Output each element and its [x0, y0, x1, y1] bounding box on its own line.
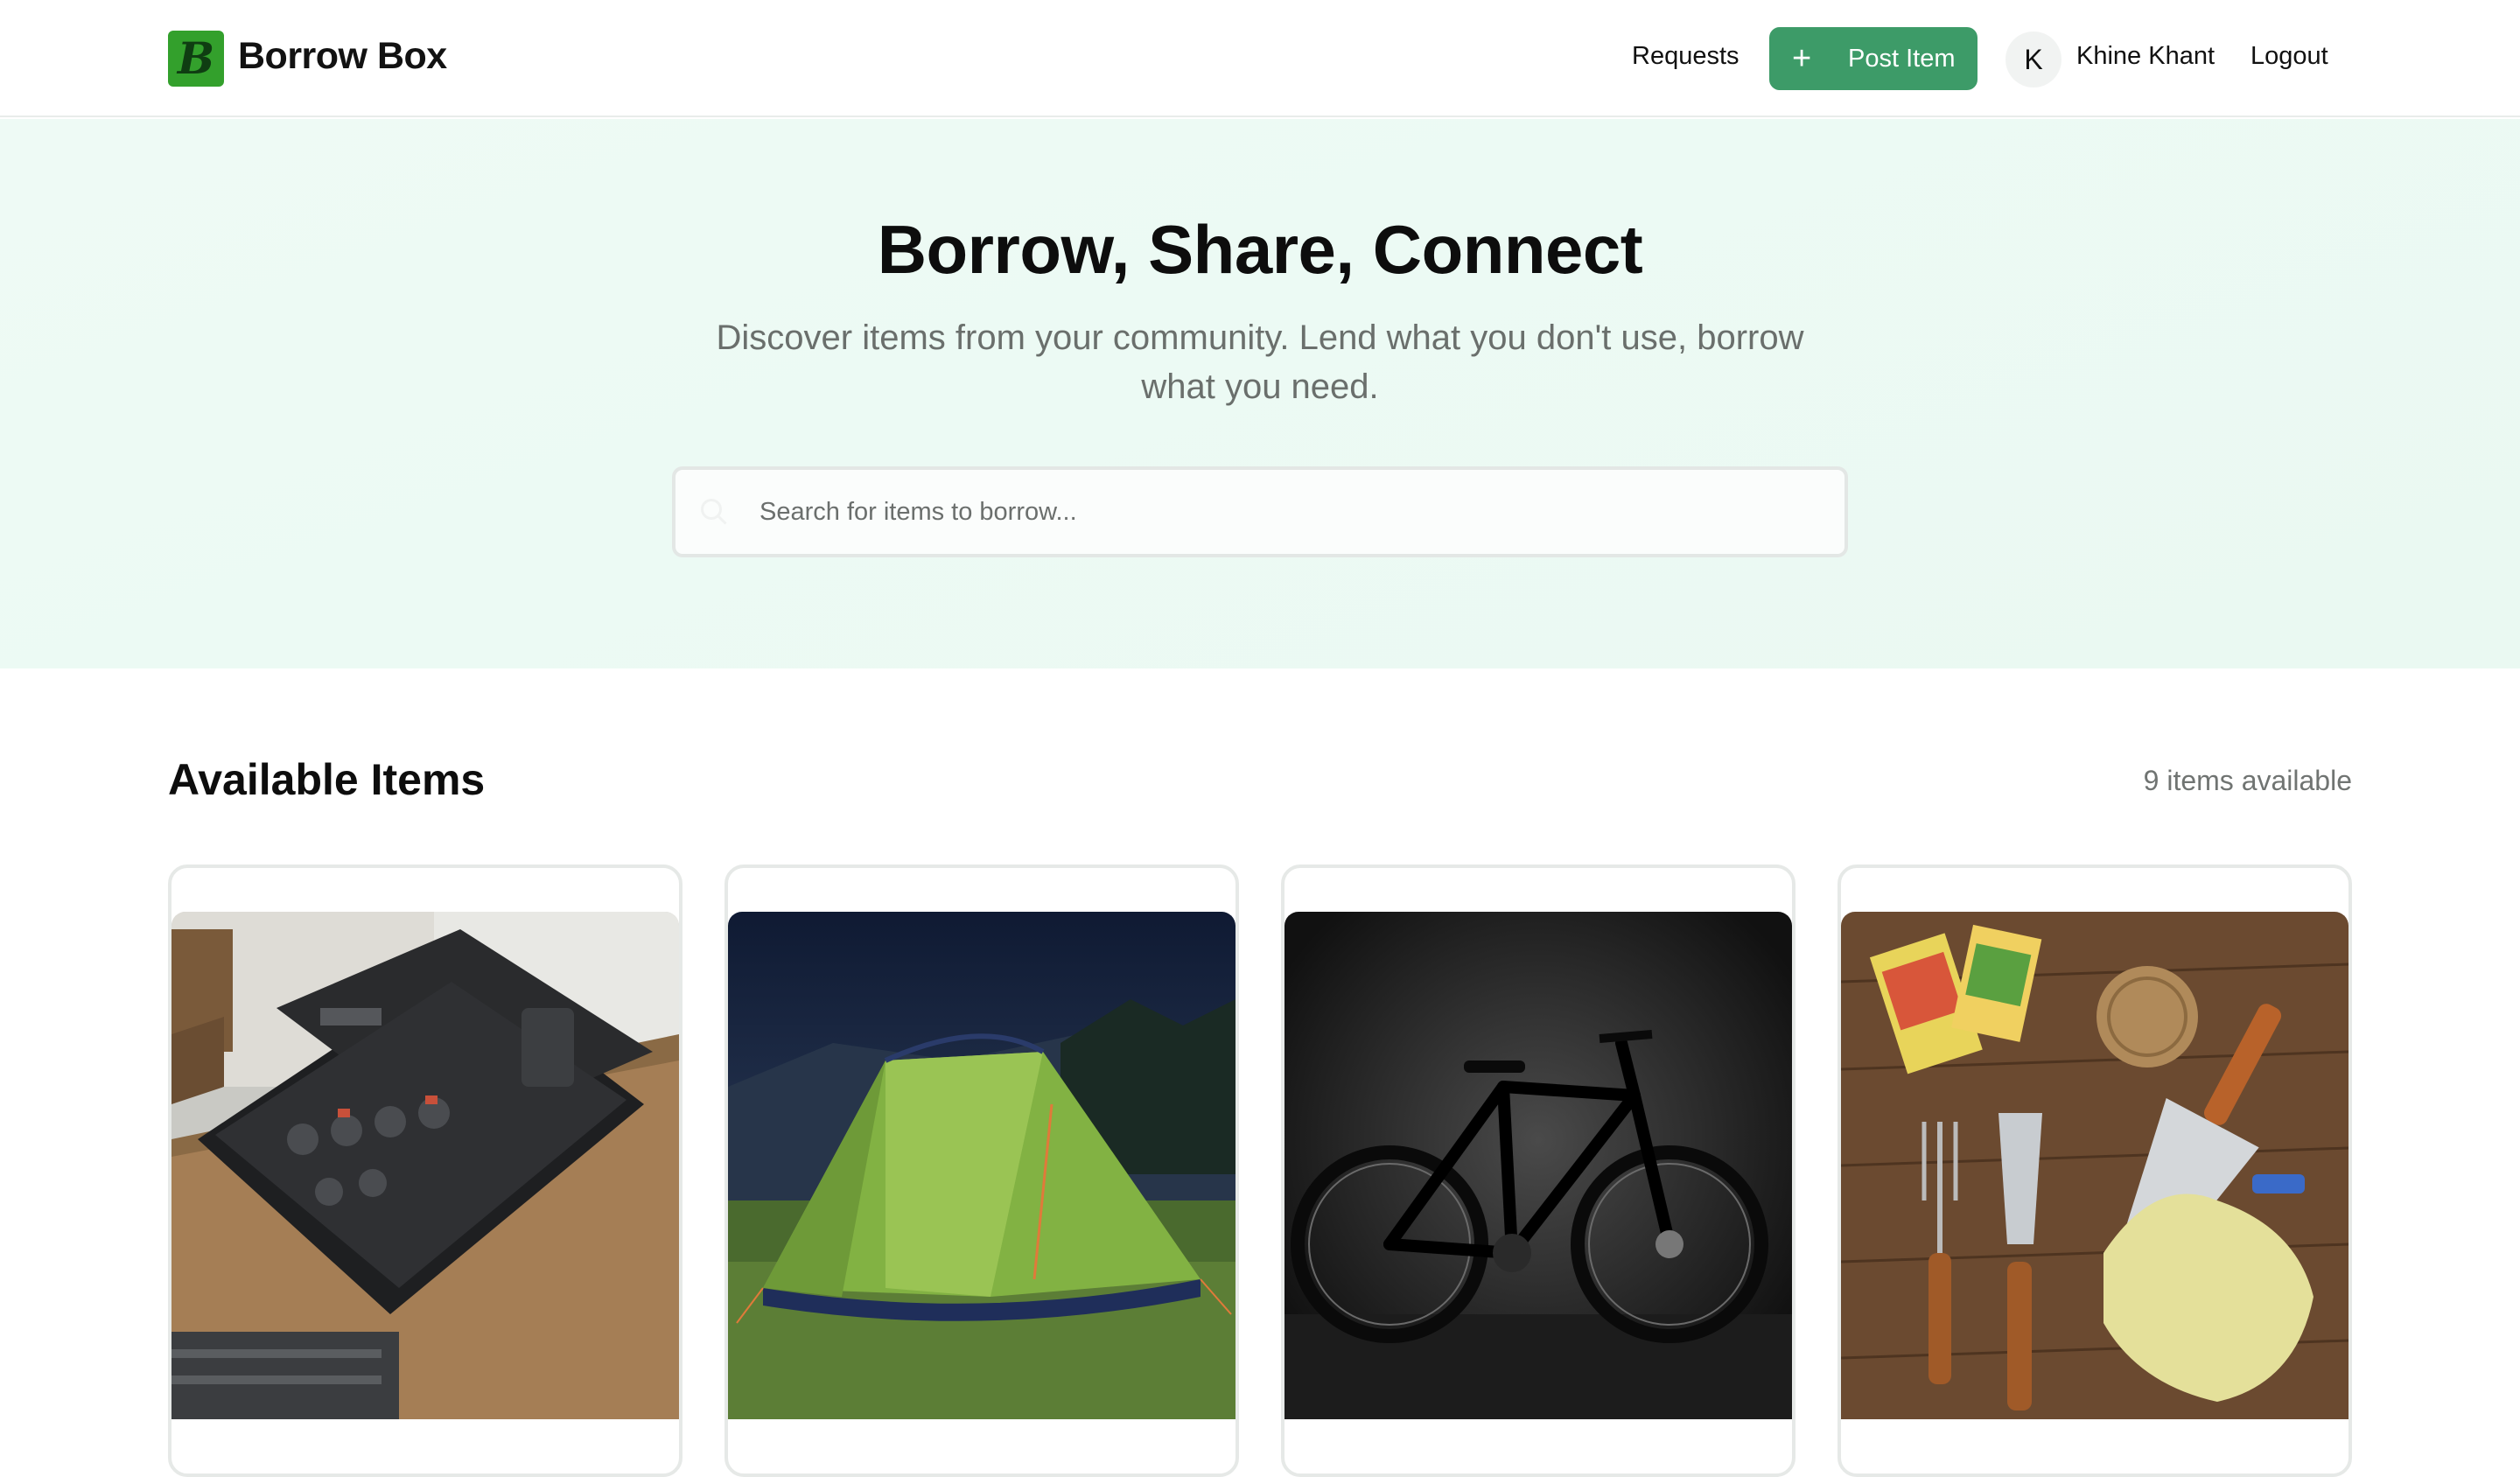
hero-section: Borrow, Share, Connect Discover items fr… — [0, 119, 2520, 668]
plus-icon: + — [1792, 40, 1812, 77]
item-card[interactable] — [1281, 864, 1796, 1477]
item-image-camping-tent[interactable] — [728, 912, 1236, 1419]
requests-link[interactable]: Requests — [1632, 42, 1740, 71]
post-item-button[interactable]: + Post Item — [1769, 27, 1978, 90]
logout-link[interactable]: Logout — [2250, 42, 2328, 71]
logo-letter: B — [177, 32, 215, 84]
hero-subtitle: Discover items from your community. Lend… — [716, 318, 1804, 406]
avatar[interactable]: K — [2006, 32, 2062, 88]
hero-title: Borrow, Share, Connect — [877, 211, 1643, 288]
item-image-mountain-bike[interactable] — [1284, 912, 1792, 1419]
item-image-power-tool-kit[interactable] — [172, 912, 679, 1419]
item-image-gardening-tools[interactable] — [1841, 912, 2348, 1419]
search-box[interactable] — [672, 466, 1848, 557]
search-icon — [701, 499, 727, 525]
top-navbar: B Borrow Box Requests + Post Item K Khin… — [0, 0, 2520, 117]
post-item-label: Post Item — [1848, 44, 1956, 73]
items-count: 9 items available — [2143, 765, 2352, 796]
username[interactable]: Khine Khant — [2076, 42, 2215, 71]
item-card[interactable] — [168, 864, 682, 1477]
brand-name[interactable]: Borrow Box — [238, 35, 447, 78]
item-card[interactable] — [1838, 864, 2352, 1477]
logo-icon[interactable]: B — [168, 31, 224, 87]
item-card[interactable] — [724, 864, 1239, 1477]
search-input[interactable] — [760, 470, 1810, 554]
section-title: Available Items — [168, 755, 486, 804]
